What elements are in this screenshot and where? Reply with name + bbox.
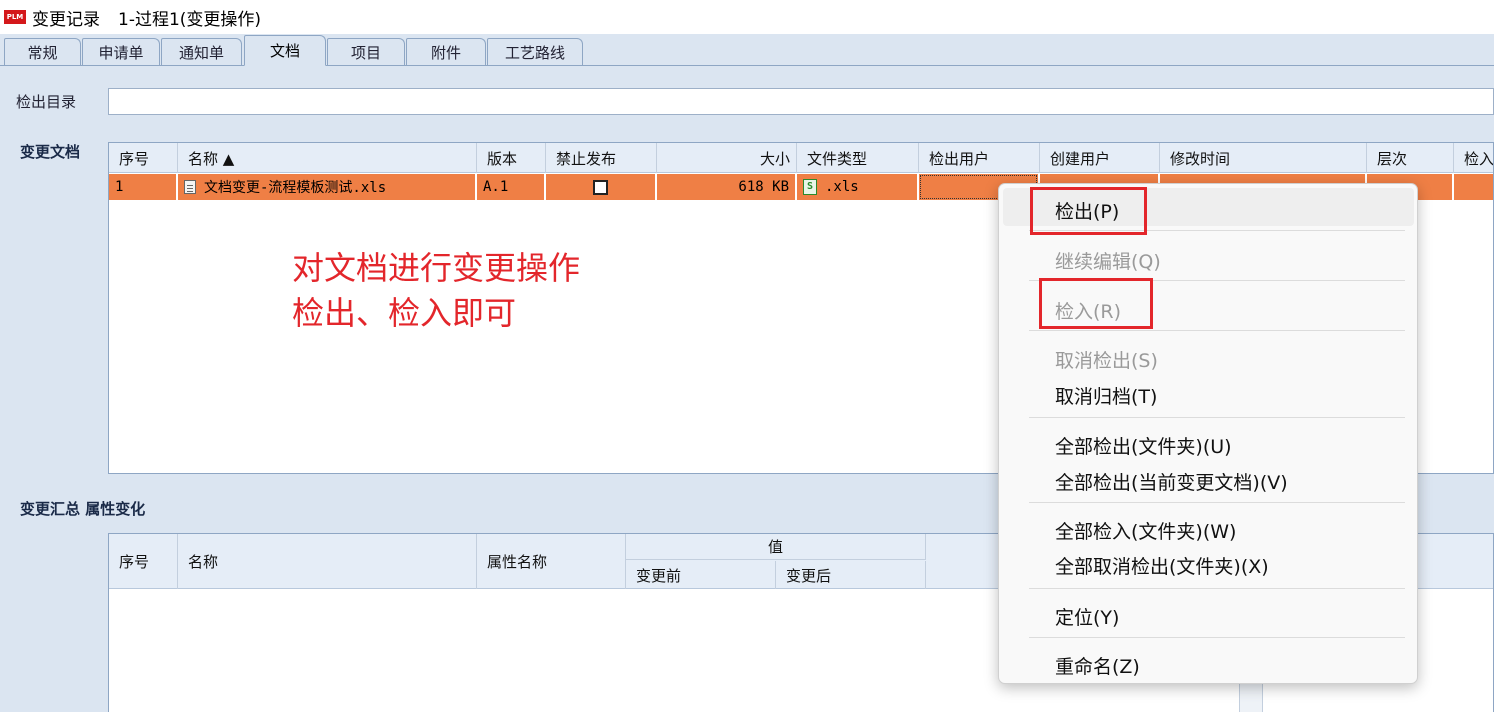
menu-separator [1029, 330, 1405, 331]
menu-item-checkin-all-folder[interactable]: 全部检入(文件夹)(W) [1055, 517, 1236, 544]
window-title-main: 变更记录 [32, 9, 100, 30]
change-docs-header: 序号 名称 ▲ 版本 禁止发布 大小 文件类型 检出用户 创建用户 修改时间 层… [109, 143, 1493, 173]
col-level[interactable]: 层次 [1367, 143, 1454, 173]
cell-name: 文档变更-流程模板测试.xls [178, 174, 475, 200]
menu-item-continue-edit[interactable]: 继续编辑(Q) [1055, 247, 1161, 274]
col-name[interactable]: 名称 ▲ [178, 143, 477, 173]
cell-index: 1 [109, 174, 176, 200]
cell-file-type: S .xls [797, 174, 917, 200]
cell-size: 618 KB [657, 174, 795, 200]
col-checkin[interactable]: 检入 [1454, 143, 1493, 173]
cell-checkin [1454, 174, 1493, 200]
col-version[interactable]: 版本 [477, 143, 546, 173]
cell-forbid-publish [546, 174, 655, 200]
cell-name-text: 文档变更-流程模板测试.xls [204, 180, 387, 196]
col-attr-after[interactable]: 变更后 [776, 561, 926, 589]
tab-bar: 常规 申请单 通知单 文档 项目 附件 工艺路线 [0, 34, 1494, 66]
col-forbid-publish[interactable]: 禁止发布 [546, 143, 657, 173]
window-title: 变更记录 1-过程1(变更操作) [32, 5, 279, 30]
col-creator[interactable]: 创建用户 [1040, 143, 1160, 173]
menu-separator [1029, 588, 1405, 589]
col-attr-index[interactable]: 序号 [109, 534, 178, 589]
forbid-publish-checkbox[interactable] [593, 179, 608, 195]
menu-item-cancel-archive[interactable]: 取消归档(T) [1055, 382, 1157, 409]
document-icon [184, 180, 196, 194]
window-title-sub: 1-过程1(变更操作) [118, 9, 262, 30]
col-attr-name[interactable]: 名称 [178, 534, 477, 589]
spreadsheet-icon: S [803, 179, 817, 195]
tab-attachments[interactable]: 附件 [406, 38, 486, 65]
tab-project[interactable]: 项目 [327, 38, 405, 65]
annotation-line-2: 检出、检入即可 [292, 294, 517, 332]
summary-label-main: 变更汇总 [20, 500, 81, 518]
checkout-dir-input[interactable] [108, 88, 1494, 115]
annotation-line-1: 对文档进行变更操作 [292, 249, 581, 287]
change-docs-label: 变更文档 [20, 143, 81, 161]
col-attr-before[interactable]: 变更前 [626, 561, 776, 589]
highlight-box-checkout [1030, 187, 1147, 235]
tab-process-route[interactable]: 工艺路线 [487, 38, 583, 65]
highlight-box-checkin [1039, 278, 1153, 329]
checkout-dir-label: 检出目录 [16, 93, 77, 111]
col-attr-value[interactable]: 值 [626, 534, 926, 560]
menu-separator [1029, 502, 1405, 503]
tab-general[interactable]: 常规 [4, 38, 81, 65]
menu-separator [1029, 637, 1405, 638]
cell-version: A.1 [477, 174, 544, 200]
menu-separator [1029, 417, 1405, 418]
summary-label-attr: 属性变化 [85, 500, 146, 518]
menu-item-checkout-all-current[interactable]: 全部检出(当前变更文档)(V) [1055, 468, 1288, 495]
menu-item-rename[interactable]: 重命名(Z) [1055, 652, 1140, 679]
tab-application[interactable]: 申请单 [82, 38, 160, 65]
col-file-type[interactable]: 文件类型 [797, 143, 919, 173]
col-attr-property[interactable]: 属性名称 [477, 534, 626, 589]
col-modified[interactable]: 修改时间 [1160, 143, 1367, 173]
cell-file-type-text: .xls [825, 179, 859, 195]
red-annotation: 对文档进行变更操作 检出、检入即可 [292, 246, 580, 336]
summary-label: 变更汇总 属性变化 [20, 498, 145, 519]
col-size[interactable]: 大小 [657, 143, 797, 173]
title-bar: PLM 变更记录 1-过程1(变更操作) [0, 0, 1494, 34]
context-menu: 检出(P) 继续编辑(Q) 检入(R) 取消检出(S) 取消归档(T) 全部检出… [998, 183, 1418, 684]
menu-item-locate[interactable]: 定位(Y) [1055, 603, 1119, 630]
menu-item-cancel-checkout[interactable]: 取消检出(S) [1055, 346, 1158, 373]
plm-logo-icon: PLM [4, 10, 26, 24]
col-checkout-user[interactable]: 检出用户 [919, 143, 1040, 173]
tab-notice[interactable]: 通知单 [161, 38, 242, 65]
menu-item-checkout-all-folder[interactable]: 全部检出(文件夹)(U) [1055, 432, 1232, 459]
col-index[interactable]: 序号 [109, 143, 178, 173]
menu-item-cancel-checkout-all-folder[interactable]: 全部取消检出(文件夹)(X) [1055, 552, 1269, 579]
tab-documents[interactable]: 文档 [244, 35, 326, 66]
